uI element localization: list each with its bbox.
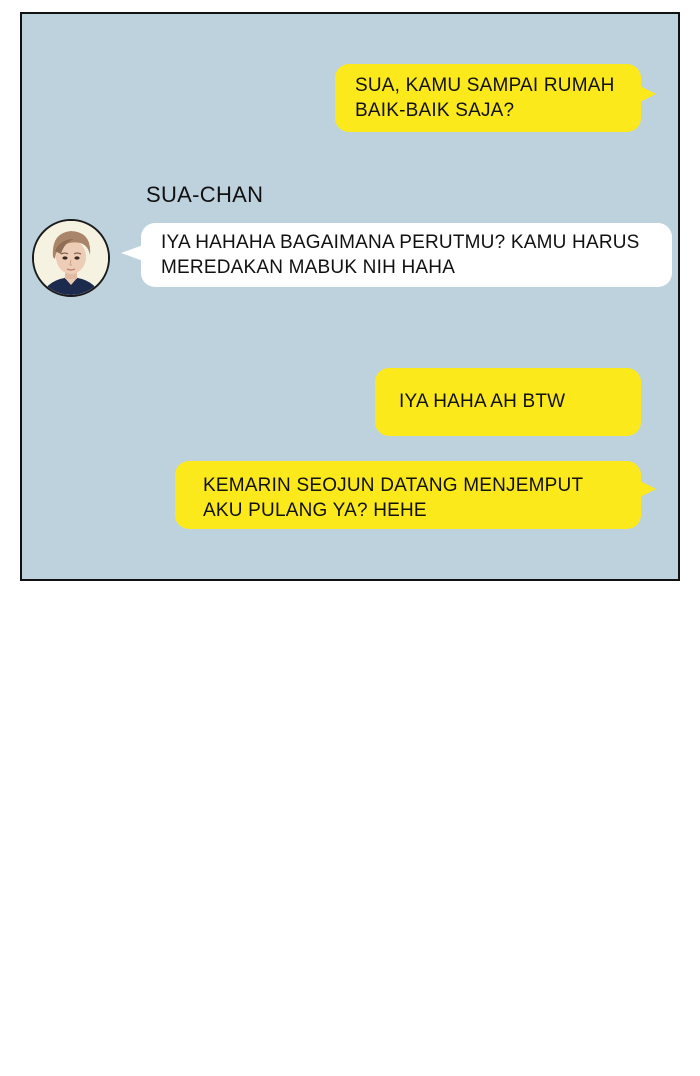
message-bubble-outgoing: KEMARIN SEOJUN DATANG MENJEMPUT AKU PULA…	[175, 461, 641, 529]
chat-panel: SUA, KAMU SAMPAI RUMAH BAIK-BAIK SAJA? S…	[20, 12, 680, 581]
message-bubble-incoming: IYA HAHAHA BAGAIMANA PERUTMU? KAMU HARUS…	[141, 223, 672, 287]
message-text-line: SUA, KAMU SAMPAI RUMAH	[355, 75, 615, 96]
message-text-line: IYA HAHA AH BTW	[399, 391, 566, 412]
message-text-line: AKU PULANG YA? HEHE	[203, 500, 427, 521]
message-text-line: BAIK-BAIK SAJA?	[355, 100, 515, 121]
message-bubble-outgoing: SUA, KAMU SAMPAI RUMAH BAIK-BAIK SAJA?	[335, 64, 641, 132]
message-text-line: MEREDAKAN MABUK NIH HAHA	[161, 257, 456, 278]
bubble-tail	[121, 245, 143, 261]
avatar[interactable]	[32, 219, 110, 297]
avatar-portrait-icon	[34, 221, 108, 295]
bubble-tail	[638, 85, 656, 103]
bubble-tail	[638, 480, 656, 498]
sender-name: SUA-CHAN	[146, 182, 264, 207]
message-text-line: KEMARIN SEOJUN DATANG MENJEMPUT	[203, 475, 584, 496]
message-bubble-outgoing: IYA HAHA AH BTW	[375, 368, 641, 436]
message-text-line: IYA HAHAHA BAGAIMANA PERUTMU? KAMU HARUS	[161, 232, 640, 253]
